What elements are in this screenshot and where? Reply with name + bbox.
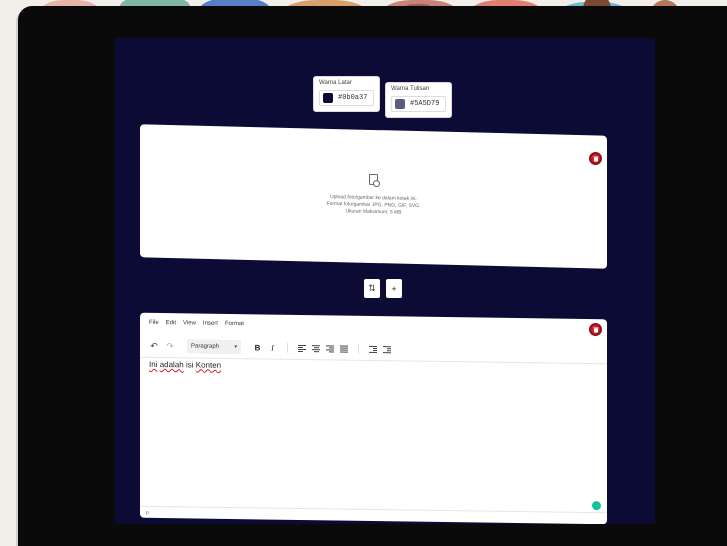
content-word: Konten [195, 360, 222, 370]
align-left-icon[interactable] [298, 344, 306, 352]
bg-color-field[interactable]: #0b0a37 [319, 90, 374, 106]
text-color-field[interactable]: #5A5D79 [391, 96, 446, 112]
bg-color-swatch[interactable] [323, 93, 333, 103]
trash-icon [593, 327, 598, 332]
content-word: Ini [149, 359, 158, 369]
menu-view[interactable]: View [183, 320, 196, 326]
element-path: p [146, 509, 149, 516]
outdent-icon[interactable] [369, 345, 377, 353]
block-format-value: Paragraph [191, 343, 220, 350]
text-color-swatch[interactable] [395, 99, 405, 109]
text-color-value: #5A5D79 [410, 100, 440, 108]
rich-text-editor: File Edit View Insert Format ↶ ↷ Paragra… [140, 312, 607, 524]
bold-button[interactable]: B [253, 343, 262, 352]
image-upload-icon [369, 173, 378, 186]
content-word: isi [185, 360, 194, 370]
menu-insert[interactable]: Insert [203, 321, 218, 327]
align-right-icon[interactable] [326, 344, 334, 352]
menu-file[interactable]: File [149, 320, 159, 326]
trash-icon [593, 156, 598, 161]
delete-editor-button[interactable] [589, 323, 602, 336]
bg-color-value: #0b0a37 [338, 94, 368, 102]
text-color-label: Warna Tulisan [391, 86, 430, 92]
add-block-button[interactable]: + [386, 279, 402, 298]
content-word: adalah [159, 360, 184, 370]
text-color-picker[interactable]: Warna Tulisan #5A5D79 [385, 82, 452, 118]
italic-button[interactable]: I [268, 343, 277, 352]
chevron-down-icon: ▾ [234, 344, 237, 351]
editor-content-area[interactable]: Ini adalah isi Konten [149, 360, 221, 370]
undo-icon[interactable]: ↶ [149, 340, 159, 351]
delete-upload-button[interactable] [589, 152, 602, 165]
swap-blocks-button[interactable]: ⇅ [364, 279, 380, 298]
redo-icon[interactable]: ↷ [165, 341, 175, 352]
toolbar-divider [287, 342, 288, 353]
bg-color-picker[interactable]: Warna Latar #0b0a37 [313, 76, 380, 112]
toolbar-divider [358, 343, 359, 354]
editor-menubar: File Edit View Insert Format [149, 320, 244, 327]
indent-icon[interactable] [383, 345, 391, 353]
menu-edit[interactable]: Edit [166, 320, 176, 326]
block-format-select[interactable]: Paragraph ▾ [187, 339, 241, 355]
menu-format[interactable]: Format [225, 321, 244, 327]
grammarly-icon[interactable] [592, 501, 601, 511]
image-upload-dropzone[interactable]: Upload foto/gambar ke dalam kotak ini. F… [140, 124, 607, 269]
align-center-icon[interactable] [312, 344, 320, 352]
align-justify-icon[interactable] [340, 345, 348, 353]
bg-color-label: Warna Latar [319, 80, 352, 86]
editor-screen: Warna Latar #0b0a37 Warna Tulisan #5A5D7… [115, 38, 655, 524]
editor-statusbar: p [140, 505, 607, 524]
